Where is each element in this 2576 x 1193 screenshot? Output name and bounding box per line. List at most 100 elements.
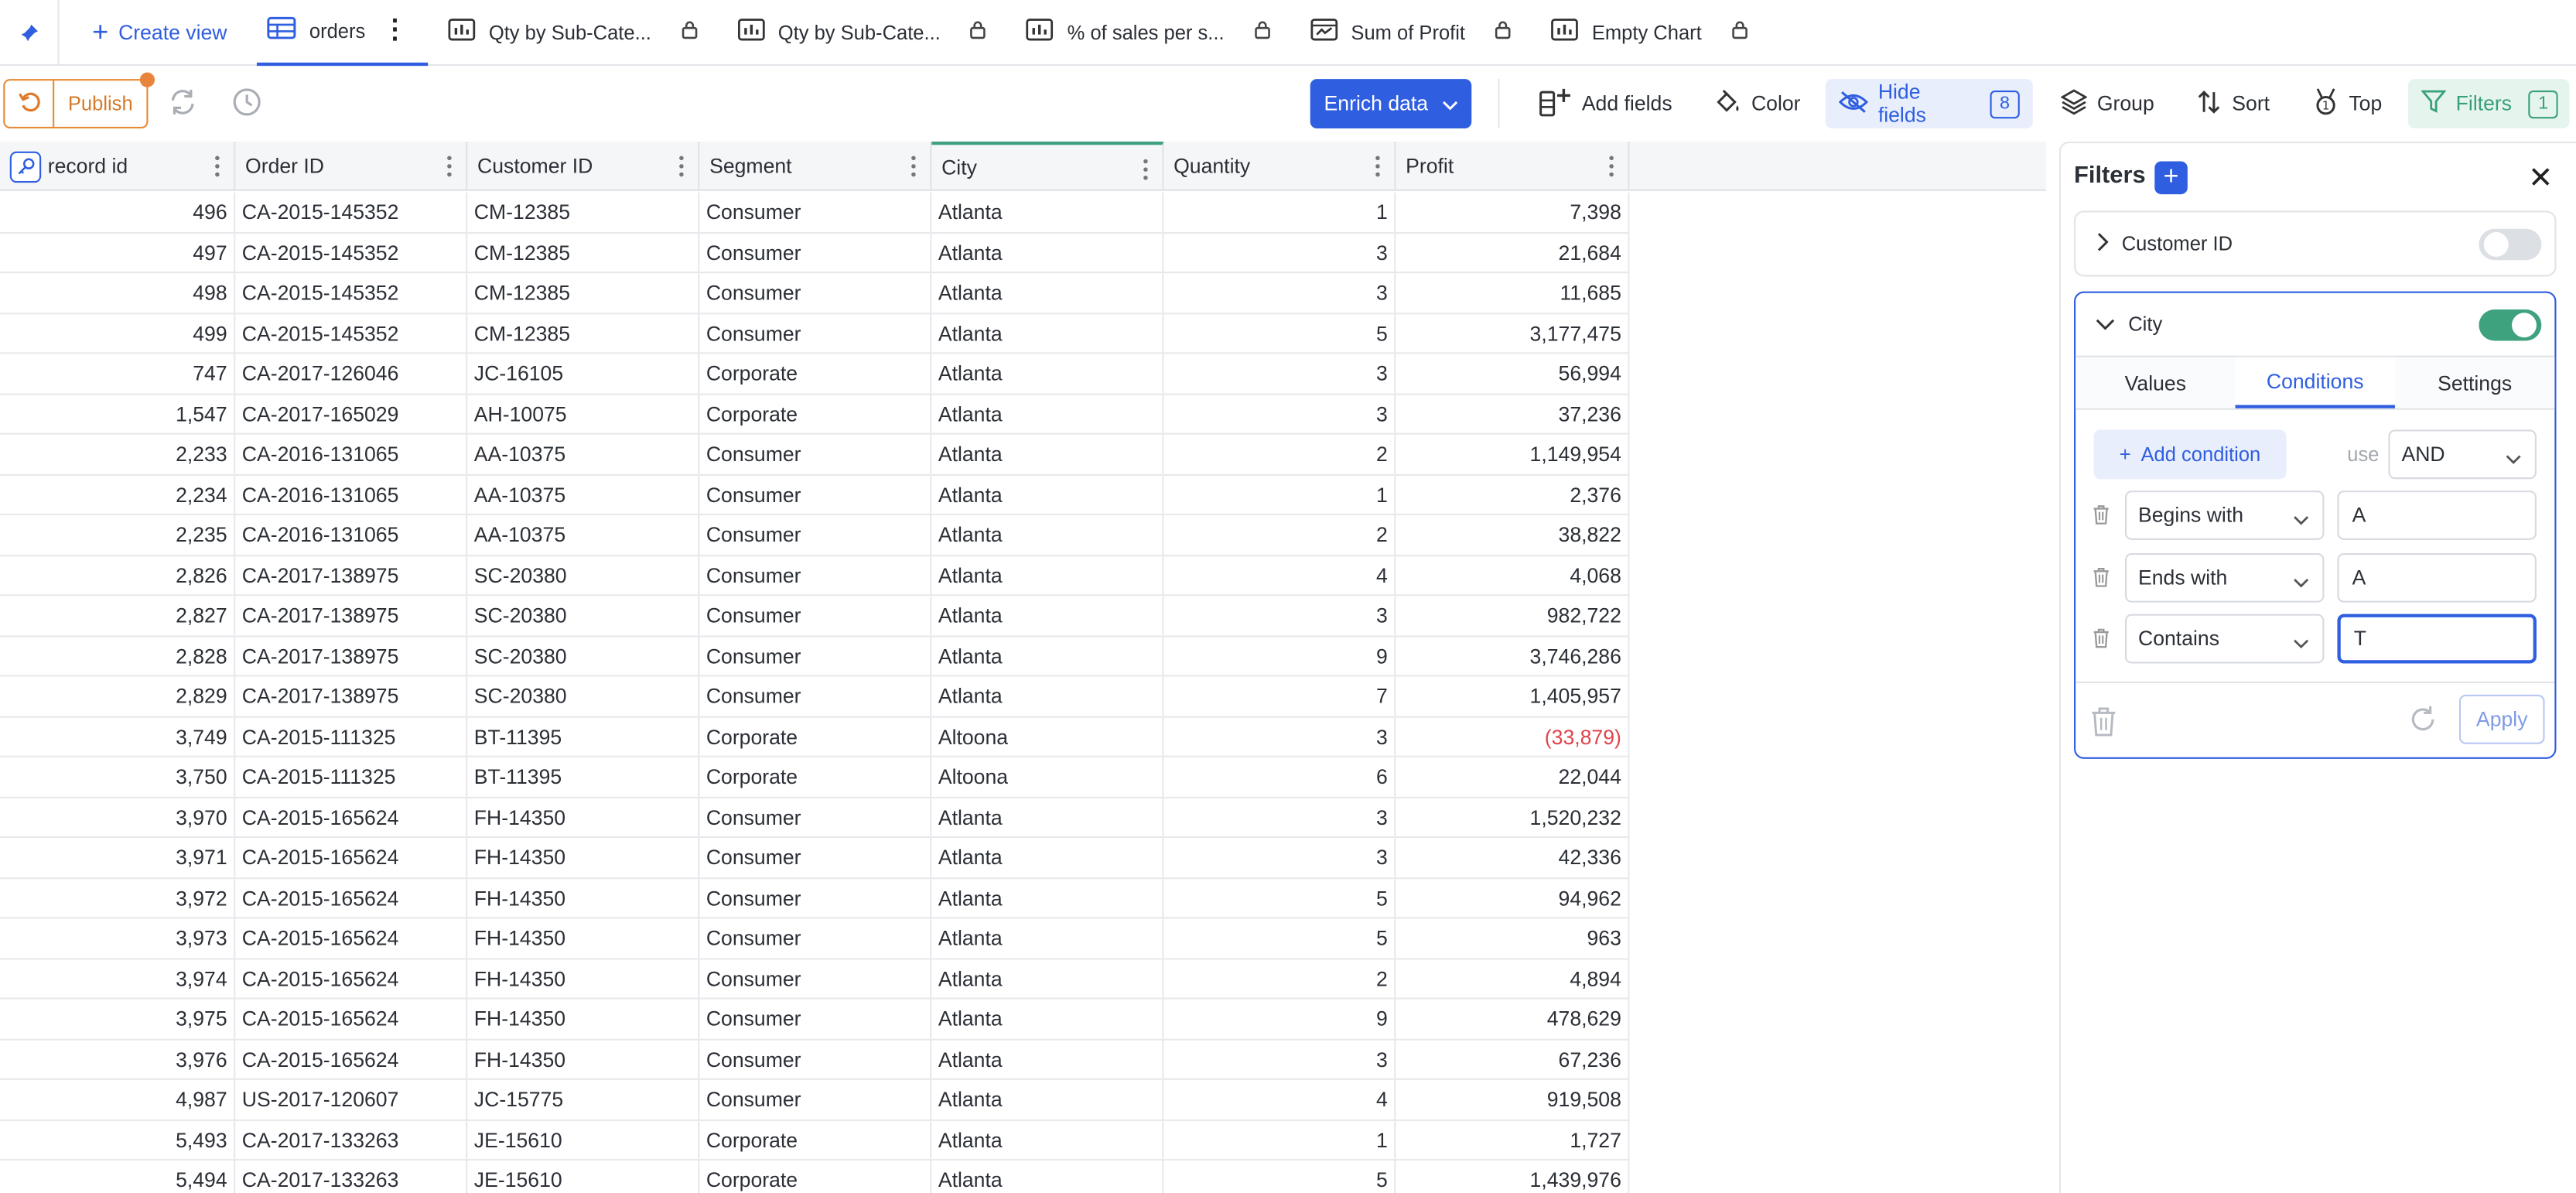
cell-record-id[interactable]: 2,234 [0, 474, 236, 514]
cell-profit[interactable]: (33,879) [1396, 716, 1630, 757]
table-row[interactable]: 497 CA-2015-145352 CM-12385 Consumer Atlanta… [0, 233, 1630, 274]
cell-quantity[interactable]: 3 [1163, 354, 1396, 394]
add-filter-button[interactable]: + [2154, 161, 2188, 195]
table-row[interactable]: 5,493 CA-2017-133263 JE-15610 Corporate Atla… [0, 1120, 1630, 1161]
filters-button[interactable]: Filters 1 [2407, 79, 2570, 128]
sync-icon[interactable] [166, 87, 200, 122]
cell-order-id[interactable]: CA-2017-138975 [235, 596, 468, 636]
cell-segment[interactable]: Consumer [699, 515, 932, 555]
cell-record-id[interactable]: 3,971 [0, 838, 236, 878]
cell-order-id[interactable]: CA-2015-165624 [235, 999, 468, 1039]
cell-city[interactable]: Atlanta [931, 636, 1164, 676]
cell-order-id[interactable]: CA-2016-131065 [235, 434, 468, 474]
column-menu-icon[interactable] [1375, 155, 1382, 183]
tab-orders[interactable]: orders ⋮ [256, 0, 429, 66]
color-button[interactable]: Color [1702, 79, 1813, 128]
column-menu-icon[interactable] [1143, 158, 1150, 186]
cell-segment[interactable]: Corporate [699, 716, 932, 757]
column-menu-icon[interactable] [678, 155, 685, 183]
cell-record-id[interactable]: 2,235 [0, 515, 236, 555]
condition-value-input[interactable]: T [2337, 614, 2537, 664]
cell-customer-id[interactable]: FH-14350 [467, 918, 700, 959]
table-row[interactable]: 499 CA-2015-145352 CM-12385 Consumer Atlanta… [0, 313, 1630, 354]
cell-profit[interactable]: 11,685 [1396, 273, 1630, 313]
cell-segment[interactable]: Consumer [699, 434, 932, 474]
cell-quantity[interactable]: 9 [1163, 999, 1396, 1039]
table-row[interactable]: 4,987 US-2017-120607 JC-15775 Consumer Atlan… [0, 1079, 1630, 1120]
pin-icon[interactable] [0, 0, 60, 66]
table-row[interactable]: 3,975 CA-2015-165624 FH-14350 Consumer Atlan… [0, 999, 1630, 1040]
cell-customer-id[interactable]: CM-12385 [467, 233, 700, 273]
cell-quantity[interactable]: 3 [1163, 1039, 1396, 1079]
cell-order-id[interactable]: CA-2015-145352 [235, 273, 468, 313]
cell-customer-id[interactable]: CM-12385 [467, 273, 700, 313]
cell-city[interactable]: Atlanta [931, 1161, 1164, 1193]
cell-order-id[interactable]: CA-2017-126046 [235, 354, 468, 394]
cell-customer-id[interactable]: JC-15775 [467, 1079, 700, 1120]
cell-profit[interactable]: 42,336 [1396, 838, 1630, 878]
enrich-data-button[interactable]: Enrich data [1310, 79, 1472, 128]
trash-icon[interactable] [2092, 627, 2110, 657]
cell-profit[interactable]: 1,439,976 [1396, 1161, 1630, 1193]
table-row[interactable]: 2,235 CA-2016-131065 AA-10375 Consumer Atlan… [0, 515, 1630, 556]
cell-customer-id[interactable]: FH-14350 [467, 838, 700, 878]
cell-segment[interactable]: Consumer [699, 273, 932, 313]
cell-quantity[interactable]: 3 [1163, 596, 1396, 636]
cell-quantity[interactable]: 2 [1163, 434, 1396, 474]
cell-profit[interactable]: 963 [1396, 918, 1630, 959]
cell-profit[interactable]: 478,629 [1396, 999, 1630, 1039]
column-menu-icon[interactable] [1608, 155, 1615, 183]
cell-segment[interactable]: Consumer [699, 676, 932, 716]
cell-quantity[interactable]: 3 [1163, 273, 1396, 313]
cell-segment[interactable]: Consumer [699, 959, 932, 999]
cell-city[interactable]: Atlanta [931, 192, 1164, 233]
table-row[interactable]: 496 CA-2015-145352 CM-12385 Consumer Atlanta… [0, 192, 1630, 234]
cell-record-id[interactable]: 2,827 [0, 596, 236, 636]
cell-segment[interactable]: Consumer [699, 636, 932, 676]
table-row[interactable]: 3,971 CA-2015-165624 FH-14350 Consumer Atlan… [0, 838, 1630, 879]
cell-city[interactable]: Atlanta [931, 797, 1164, 837]
cell-quantity[interactable]: 3 [1163, 716, 1396, 757]
table-row[interactable]: 3,973 CA-2015-165624 FH-14350 Consumer Atlan… [0, 918, 1630, 959]
cell-order-id[interactable]: CA-2016-131065 [235, 474, 468, 514]
add-condition-button[interactable]: + Add condition [2093, 429, 2287, 480]
cell-city[interactable]: Atlanta [931, 273, 1164, 313]
cell-profit[interactable]: 3,746,286 [1396, 636, 1630, 676]
cell-segment[interactable]: Consumer [699, 797, 932, 837]
cell-customer-id[interactable]: AA-10375 [467, 515, 700, 555]
close-icon[interactable]: ✕ [2528, 162, 2553, 197]
cell-city[interactable]: Atlanta [931, 1120, 1164, 1161]
trash-icon[interactable] [2090, 706, 2116, 746]
cell-record-id[interactable]: 5,493 [0, 1120, 236, 1161]
cell-customer-id[interactable]: FH-14350 [467, 959, 700, 999]
cell-quantity[interactable]: 5 [1163, 313, 1396, 354]
cell-city[interactable]: Atlanta [931, 474, 1164, 514]
cell-segment[interactable]: Consumer [699, 474, 932, 514]
cell-profit[interactable]: 4,068 [1396, 555, 1630, 596]
tab-settings[interactable]: Settings [2395, 357, 2554, 408]
table-row[interactable]: 3,972 CA-2015-165624 FH-14350 Consumer Atlan… [0, 878, 1630, 919]
column-header-segment[interactable]: Segment [699, 141, 932, 191]
tab-empty-chart[interactable]: Empty Chart [1531, 0, 1768, 65]
cell-customer-id[interactable]: CM-12385 [467, 192, 700, 233]
cell-customer-id[interactable]: SC-20380 [467, 596, 700, 636]
cell-profit[interactable]: 3,177,475 [1396, 313, 1630, 354]
tab-sales-per-segment[interactable]: % of sales per s... [1006, 0, 1290, 65]
cell-segment[interactable]: Consumer [699, 918, 932, 959]
cell-city[interactable]: Atlanta [931, 918, 1164, 959]
table-row[interactable]: 498 CA-2015-145352 CM-12385 Consumer Atlanta… [0, 273, 1630, 314]
cell-order-id[interactable]: US-2017-120607 [235, 1079, 468, 1120]
cell-quantity[interactable]: 3 [1163, 838, 1396, 878]
cell-record-id[interactable]: 3,976 [0, 1039, 236, 1079]
cell-order-id[interactable]: CA-2015-165624 [235, 1039, 468, 1079]
cell-record-id[interactable]: 3,973 [0, 918, 236, 959]
cell-profit[interactable]: 56,994 [1396, 354, 1630, 394]
cell-record-id[interactable]: 1,547 [0, 394, 236, 434]
table-row[interactable]: 3,970 CA-2015-165624 FH-14350 Consumer Atlan… [0, 797, 1630, 839]
top-button[interactable]: 1 Top [2300, 79, 2396, 128]
cell-segment[interactable]: Corporate [699, 1161, 932, 1193]
cell-order-id[interactable]: CA-2015-145352 [235, 233, 468, 273]
tab-qty-by-subcategory-2[interactable]: Qty by Sub-Cate... [717, 0, 1006, 65]
cell-city[interactable]: Atlanta [931, 555, 1164, 596]
cell-profit[interactable]: 1,405,957 [1396, 676, 1630, 716]
